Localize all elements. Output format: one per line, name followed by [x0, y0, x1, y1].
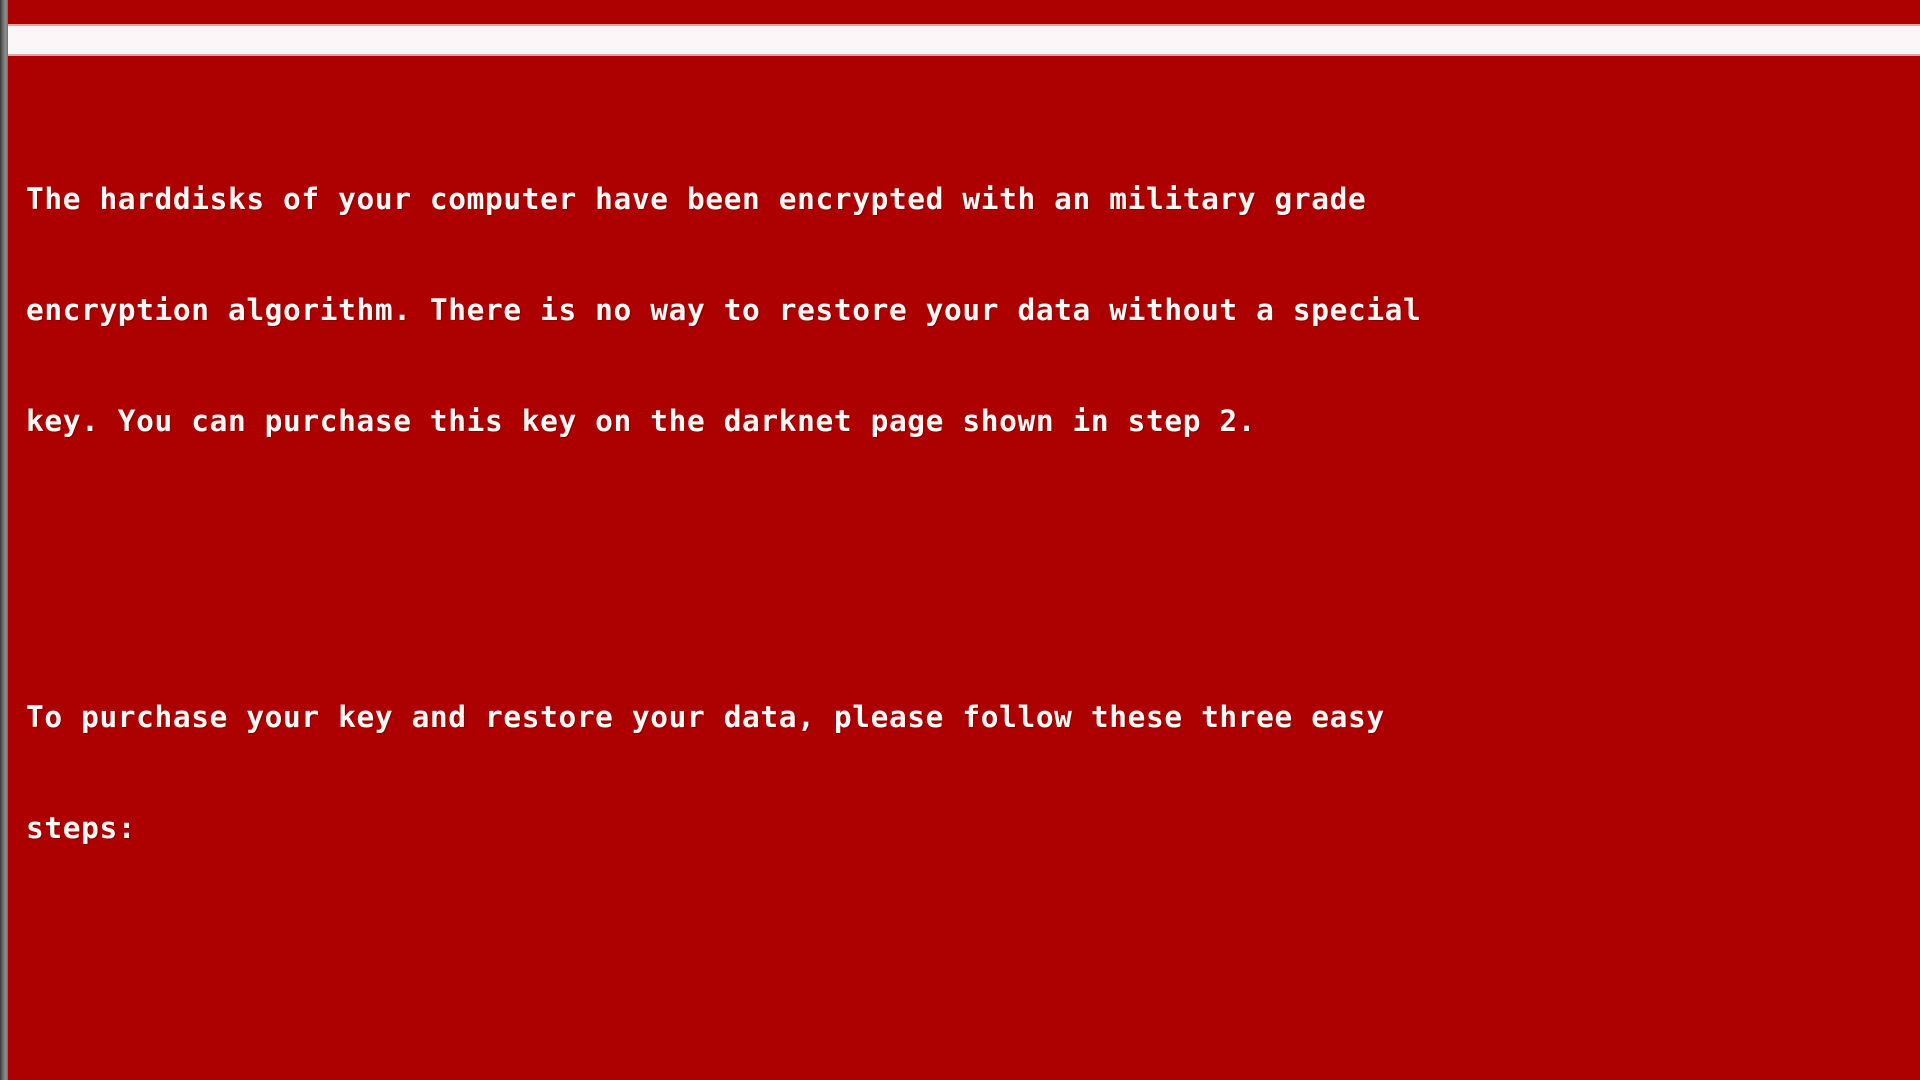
ransom-lock-screen: The harddisks of your computer have been… — [0, 0, 1920, 1080]
spacer-1 — [26, 551, 1920, 588]
screen-left-bevel — [0, 0, 8, 1080]
spacer-2 — [26, 958, 1920, 995]
ransom-note-console: The harddisks of your computer have been… — [0, 0, 1920, 1080]
intro-line-1: The harddisks of your computer have been… — [26, 182, 1367, 216]
instructions-lead-line-2: steps: — [26, 811, 137, 845]
intro-line-3: key. You can purchase this key on the da… — [26, 404, 1257, 438]
intro-line-2: encryption algorithm. There is no way to… — [26, 293, 1422, 327]
instructions-lead-line-1: To purchase your key and restore your da… — [26, 700, 1385, 734]
top-white-banner-strip — [8, 24, 1920, 56]
